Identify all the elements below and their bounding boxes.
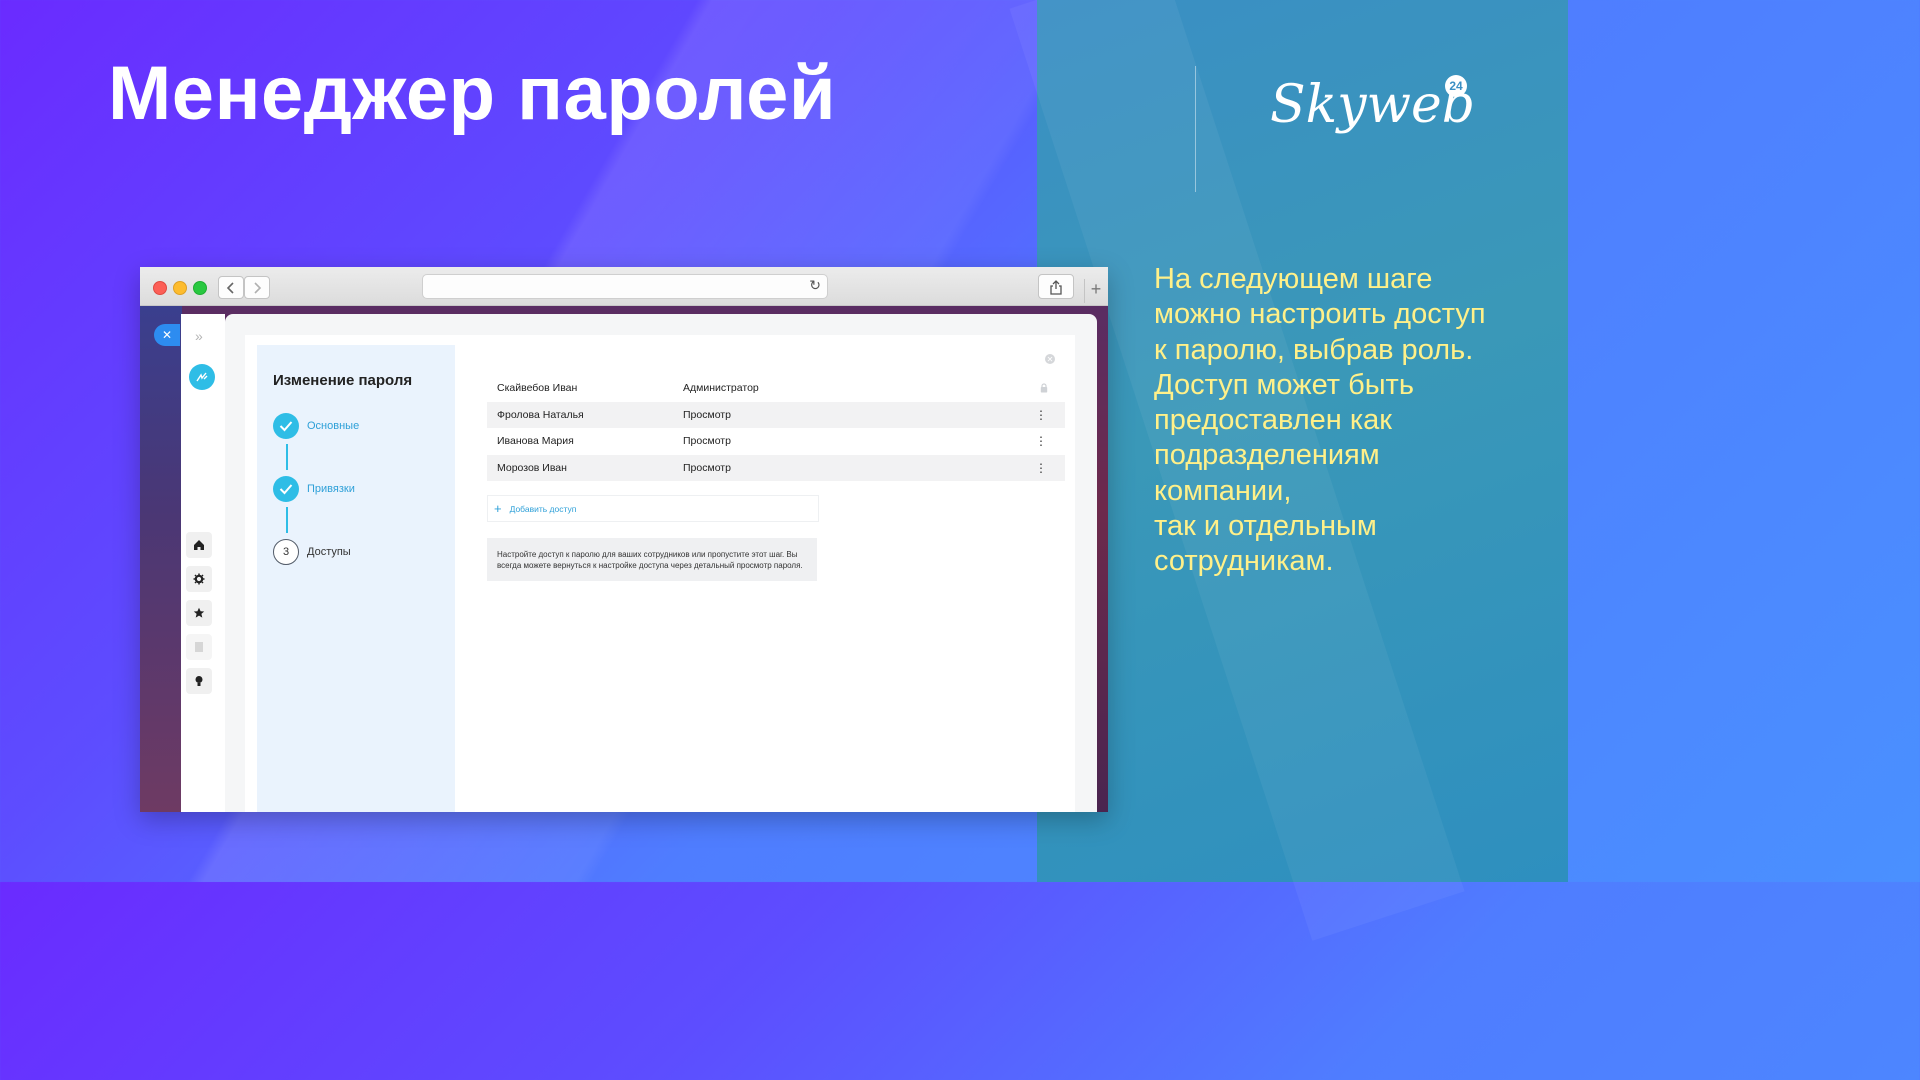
browser-window: ↻ + ✕ » Изменение пароля Основные Привяз… [140, 267, 1108, 812]
description-line: можно настроить доступ [1154, 298, 1486, 331]
close-dialog-button[interactable]: ✕ [1045, 354, 1055, 364]
plus-icon: + [494, 501, 502, 516]
add-access-label: Добавить доступ [509, 503, 577, 514]
new-tab-button[interactable]: + [1084, 279, 1107, 303]
dialog-title: Изменение пароля [273, 372, 413, 389]
close-icon: ✕ [161, 328, 173, 342]
address-bar[interactable]: ↻ [422, 274, 828, 299]
app-sidebar: » [181, 314, 225, 812]
step-number: 3 [273, 539, 299, 565]
user-name: Иванова Мария [497, 435, 574, 448]
page-title: Менеджер паролей [108, 51, 837, 136]
description-line: компании, [1154, 474, 1292, 507]
step-bindings[interactable]: Привязки [273, 475, 355, 503]
chevron-right-icon [254, 281, 262, 294]
edit-password-dialog: Изменение пароля Основные Привязки 3 Дос… [245, 335, 1075, 812]
access-row: Скайвебов Иван Администратор [487, 375, 1065, 402]
forward-button[interactable] [244, 276, 270, 299]
step-label: Привязки [307, 483, 355, 495]
close-slider-button[interactable]: ✕ [154, 324, 180, 346]
home-icon [194, 540, 204, 550]
page-viewport: ✕ » Изменение пароля Основные Привязки 3… [140, 306, 1108, 812]
documents-button[interactable] [186, 634, 212, 660]
lock-icon [1040, 383, 1048, 393]
checkmark-icon [273, 476, 299, 502]
skyweb-logo: Skyweb 24 [1270, 75, 1475, 135]
chevron-left-icon [226, 281, 234, 294]
description-line: подразделениям [1154, 439, 1380, 472]
step-connector [286, 507, 288, 533]
close-icon: ✕ [1046, 354, 1054, 364]
more-icon[interactable]: ⋮ [1035, 461, 1047, 475]
more-icon[interactable]: ⋮ [1035, 408, 1047, 422]
hint-text: Настройте доступ к паролю для ваших сотр… [497, 549, 803, 570]
home-button[interactable] [186, 532, 212, 558]
star-icon [193, 607, 205, 618]
checkmark-icon [273, 413, 299, 439]
description-line: сотрудникам. [1154, 545, 1334, 578]
wizard-stepper: Изменение пароля Основные Привязки 3 Дос… [257, 345, 455, 812]
divider-line [1195, 66, 1196, 192]
description-line: Доступ может быть [1154, 368, 1414, 401]
access-row: Морозов Иван Просмотр ⋮ [487, 454, 1065, 481]
user-role[interactable]: Просмотр [683, 462, 731, 474]
document-icon [195, 642, 203, 652]
favorites-button[interactable] [186, 600, 212, 626]
user-name: Фролова Наталья [497, 408, 584, 421]
settings-button[interactable] [186, 566, 212, 592]
access-row: Иванова Мария Просмотр ⋮ [487, 428, 1065, 455]
back-button[interactable] [218, 276, 244, 299]
access-list: Скайвебов Иван Администратор Фролова Нат… [487, 375, 1065, 481]
description-line: к паролю, выбрав роль. [1154, 333, 1474, 366]
user-name: Скайвебов Иван [497, 382, 578, 395]
gear-icon [193, 573, 205, 585]
browser-toolbar: ↻ + [140, 267, 1108, 306]
user-role[interactable]: Просмотр [683, 435, 731, 447]
access-row: Фролова Наталья Просмотр ⋮ [487, 401, 1065, 428]
close-window-button[interactable] [153, 281, 167, 295]
step-connector [286, 444, 288, 470]
svg-text:Skyweb: Skyweb [1270, 75, 1475, 135]
step-access[interactable]: 3 Доступы [273, 538, 351, 566]
share-icon [1050, 279, 1062, 295]
step-label: Доступы [307, 546, 351, 558]
blurred-background-sidebar [140, 306, 182, 812]
description-line: так и отдельным [1154, 510, 1377, 543]
minimize-window-button[interactable] [173, 281, 187, 295]
user-role[interactable]: Просмотр [683, 409, 731, 421]
svg-text:24: 24 [1449, 79, 1463, 93]
expand-icon[interactable]: » [195, 328, 203, 344]
description-line: предоставлен как [1154, 404, 1392, 437]
description-text: На следующем шаге можно настроить доступ… [1154, 262, 1534, 580]
user-role: Администратор [683, 382, 759, 395]
hint-box: Настройте доступ к паролю для ваших сотр… [487, 538, 817, 581]
share-button[interactable] [1038, 274, 1074, 299]
lightbulb-icon [195, 676, 203, 686]
content-area: Изменение пароля Основные Привязки 3 Дос… [225, 314, 1097, 812]
tips-button[interactable] [186, 668, 212, 694]
description-line: На следующем шаге [1154, 263, 1433, 295]
user-name: Морозов Иван [497, 461, 567, 474]
reload-icon[interactable]: ↻ [809, 277, 821, 294]
more-icon[interactable]: ⋮ [1035, 434, 1047, 448]
step-basic[interactable]: Основные [273, 412, 359, 440]
app-logo-icon[interactable] [189, 364, 215, 390]
step-label: Основные [307, 420, 360, 432]
add-access-button[interactable]: + Добавить доступ [487, 495, 819, 522]
maximize-window-button[interactable] [193, 281, 207, 295]
